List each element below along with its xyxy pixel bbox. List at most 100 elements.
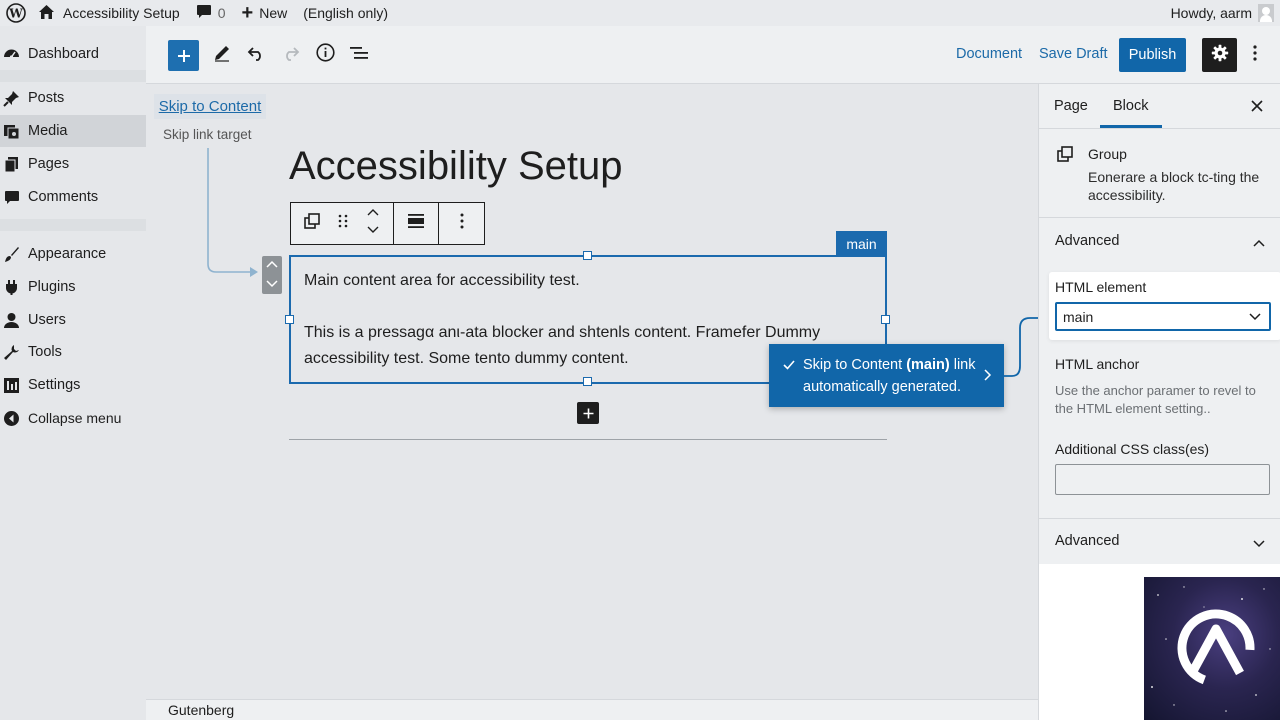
menu-label: Settings bbox=[28, 377, 81, 393]
comment-bubble-icon bbox=[196, 4, 212, 22]
info-icon bbox=[315, 43, 335, 67]
menu-label: Tools bbox=[28, 344, 62, 360]
tab-block[interactable]: Block bbox=[1113, 84, 1148, 128]
settings-button[interactable] bbox=[1202, 38, 1237, 72]
menu-item-plugins[interactable]: Plugins bbox=[0, 271, 146, 303]
undo-button[interactable] bbox=[241, 40, 271, 70]
home-icon bbox=[38, 4, 55, 23]
publish-button[interactable]: Publish bbox=[1119, 38, 1186, 72]
language-note-text: (English only) bbox=[303, 5, 389, 21]
chevron-down-icon bbox=[266, 280, 278, 291]
site-name-link[interactable]: Accessibility Setup bbox=[32, 0, 186, 26]
dashboard-icon bbox=[3, 46, 20, 63]
post-title[interactable]: Accessibility Setup bbox=[289, 144, 622, 189]
menu-item-tools[interactable]: Tools bbox=[0, 336, 146, 368]
brush-icon bbox=[3, 246, 20, 263]
block-options-button[interactable] bbox=[439, 203, 484, 244]
greeting: Howdy, aarm bbox=[1170, 5, 1252, 21]
align-button[interactable] bbox=[394, 203, 439, 244]
save-draft-link[interactable]: Save Draft bbox=[1039, 46, 1108, 62]
editor-canvas: Skip to Content Skip link target Accessi… bbox=[146, 84, 1038, 699]
list-view-icon bbox=[349, 45, 369, 66]
menu-item-comments[interactable]: Comments bbox=[0, 181, 146, 213]
main-element-tag: main bbox=[836, 231, 887, 256]
menu-item-appearance[interactable]: Appearance bbox=[0, 238, 146, 270]
menu-item-dashboard[interactable]: Dashboard bbox=[0, 38, 146, 70]
add-block-button[interactable] bbox=[168, 40, 199, 71]
close-sidebar-button[interactable] bbox=[1251, 96, 1263, 117]
chevron-right-icon bbox=[984, 364, 992, 386]
more-vertical-icon bbox=[1253, 44, 1257, 66]
block-card-title: Group bbox=[1088, 146, 1127, 162]
redo-icon bbox=[282, 45, 300, 66]
collapse-icon bbox=[3, 410, 20, 427]
paragraph-block[interactable]: Main content area for accessibility test… bbox=[304, 272, 580, 290]
html-anchor-help: Use the anchor paramer to revel to the H… bbox=[1055, 383, 1256, 416]
edit-tool-button[interactable] bbox=[207, 40, 237, 70]
html-element-value: main bbox=[1063, 308, 1094, 325]
menu-item-users[interactable]: Users bbox=[0, 304, 146, 336]
language-note: (English only) bbox=[297, 0, 394, 26]
menu-label: Pages bbox=[28, 156, 70, 172]
undo-icon bbox=[247, 45, 265, 66]
menu-item-posts[interactable]: Posts bbox=[0, 82, 146, 114]
avatar bbox=[1258, 4, 1274, 22]
drag-handle-icon[interactable] bbox=[338, 214, 348, 233]
menu-item-pages[interactable]: Pages bbox=[0, 148, 146, 180]
advanced-panel-title[interactable]: Advanced bbox=[1055, 233, 1120, 249]
move-up-down-icon[interactable] bbox=[366, 207, 380, 240]
svg-text:W: W bbox=[8, 7, 23, 21]
details-button[interactable] bbox=[310, 40, 340, 70]
menu-item-collapse[interactable]: Collapse menu bbox=[0, 402, 146, 434]
chevron-down-icon[interactable] bbox=[1253, 535, 1265, 551]
chevron-up-icon[interactable] bbox=[1253, 234, 1265, 250]
more-options-button[interactable] bbox=[1246, 40, 1264, 70]
document-link[interactable]: Document bbox=[956, 46, 1022, 62]
resize-handle-top[interactable] bbox=[583, 251, 592, 260]
chevron-down-icon bbox=[1249, 309, 1261, 324]
editor-header: Document Save Draft Publish bbox=[146, 26, 1280, 84]
chevron-up-icon bbox=[266, 260, 278, 271]
advanced-panel-title-2[interactable]: Advanced bbox=[1055, 533, 1120, 549]
resize-handle-left[interactable] bbox=[285, 315, 294, 324]
html-anchor-label: HTML anchor bbox=[1055, 356, 1140, 372]
block-toolbar-group bbox=[291, 203, 394, 244]
resize-handle-right[interactable] bbox=[881, 315, 890, 324]
breadcrumb[interactable]: Gutenberg bbox=[168, 702, 234, 718]
resize-handle-bottom[interactable] bbox=[583, 377, 592, 386]
notice-snackbar[interactable]: Skip to Content (main) link automaticall… bbox=[769, 344, 1004, 407]
notice-prefix: Skip to Content bbox=[803, 357, 903, 373]
list-view-button[interactable] bbox=[344, 40, 374, 70]
gear-icon bbox=[1211, 44, 1229, 67]
html-element-label: HTML element bbox=[1055, 279, 1147, 295]
skip-to-content-link[interactable]: Skip to Content bbox=[154, 94, 266, 119]
block-breadcrumb-bar: Gutenberg bbox=[146, 699, 1038, 720]
skip-link-target-label: Skip link target bbox=[163, 127, 252, 142]
brand-logo bbox=[1144, 577, 1280, 720]
comment-icon bbox=[3, 189, 20, 206]
redo-button[interactable] bbox=[276, 40, 306, 70]
tab-page[interactable]: Page bbox=[1054, 84, 1088, 128]
block-toolbar bbox=[290, 202, 485, 245]
html-element-control: HTML element main bbox=[1049, 272, 1280, 340]
check-icon bbox=[783, 354, 795, 376]
separator-block[interactable] bbox=[289, 439, 887, 440]
menu-item-media[interactable]: Media bbox=[0, 115, 146, 147]
pages-icon bbox=[3, 156, 20, 173]
menu-separator bbox=[0, 219, 146, 231]
more-vertical-icon bbox=[460, 213, 464, 234]
menu-label: Appearance bbox=[28, 246, 107, 262]
block-mover[interactable] bbox=[262, 256, 282, 294]
block-inserter-button[interactable] bbox=[577, 402, 599, 424]
menu-label: Collapse menu bbox=[28, 410, 122, 426]
group-block-icon bbox=[1057, 146, 1073, 167]
account-menu[interactable]: Howdy, aarm bbox=[1165, 0, 1280, 26]
new-content-link[interactable]: + New bbox=[236, 0, 294, 26]
comments-link[interactable]: 0 bbox=[190, 0, 232, 26]
menu-item-settings[interactable]: Settings bbox=[0, 369, 146, 401]
group-block-icon[interactable] bbox=[304, 213, 320, 234]
css-class-input[interactable] bbox=[1055, 464, 1270, 495]
menu-label: Users bbox=[28, 312, 66, 328]
html-element-select[interactable]: main bbox=[1055, 302, 1271, 331]
wordpress-logo-icon[interactable]: W bbox=[0, 0, 32, 26]
